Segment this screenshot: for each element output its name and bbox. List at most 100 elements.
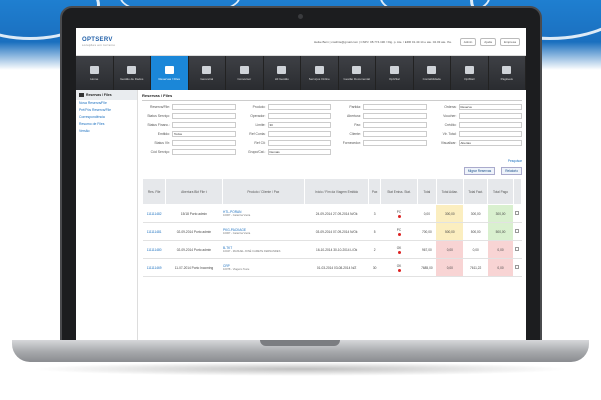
filter-input[interactable] bbox=[363, 131, 427, 137]
reservation-code[interactable]: 111111481 bbox=[142, 222, 166, 241]
table-row[interactable]: 111111469 11-07-2014 Porto Incoming CRP 100… bbox=[142, 258, 522, 277]
nav-item-8[interactable]: OptVital bbox=[376, 56, 414, 90]
filter-field: Crédito: bbox=[429, 122, 522, 128]
advance-value: 500,00 bbox=[436, 222, 464, 241]
nav-item-6[interactable]: Serviços Online bbox=[301, 56, 339, 90]
filter-input[interactable] bbox=[267, 140, 331, 146]
reservation-code[interactable]: 111111482 bbox=[142, 204, 166, 223]
sidebar-link-version[interactable]: Versão bbox=[76, 128, 137, 135]
nav-item-3[interactable]: Gerencial bbox=[189, 56, 226, 90]
filter-input[interactable] bbox=[267, 113, 331, 119]
filter-input[interactable] bbox=[363, 122, 427, 128]
row-checkbox[interactable] bbox=[515, 211, 520, 215]
sidebar-link-new[interactable]: Nova Reserva/File bbox=[76, 100, 137, 107]
trip-dates: 01-03-2014 03-08-2014 N/Z bbox=[304, 258, 369, 277]
status-cell: OK bbox=[380, 258, 418, 277]
client-name: 10067 - Catarina Vieira bbox=[223, 232, 251, 235]
table-row[interactable]: 111111482 15/18 Porto admin HTL-PORAN 10067… bbox=[142, 204, 522, 223]
filter-field: Ref Conta: bbox=[238, 131, 331, 137]
filter-input[interactable] bbox=[172, 104, 236, 110]
pax-count: 5 bbox=[368, 222, 381, 241]
search-button[interactable]: Pesquisar bbox=[508, 159, 522, 163]
filter-input[interactable] bbox=[172, 122, 236, 128]
filter-input[interactable] bbox=[458, 113, 522, 119]
filter-field: Abertura: bbox=[333, 113, 427, 119]
total-value: 7685,00 bbox=[417, 258, 437, 277]
product-cell[interactable]: CRP 10078 - Viagens Teste bbox=[222, 258, 305, 277]
sidebar-link-summary[interactable]: Resumo de Files bbox=[76, 121, 137, 128]
nav-item-11[interactable]: Pagáveis bbox=[489, 56, 526, 90]
nav-item-10[interactable]: OptMail bbox=[451, 56, 489, 90]
table-row[interactable]: 111111481 02-09-2014 Porto admin PKG-PACKA… bbox=[142, 222, 522, 241]
pay-icon bbox=[502, 65, 512, 74]
filter-field: Fornecedor: bbox=[333, 140, 427, 146]
nav-item-2[interactable]: Reservas / Files bbox=[151, 56, 189, 90]
app-screen: OPTSERV soluções em turismo Heike Bern | … bbox=[76, 28, 526, 342]
advance-value: 0,00 bbox=[436, 240, 464, 259]
paid-value: 500,00 bbox=[487, 222, 514, 241]
convert-icon bbox=[239, 65, 249, 74]
paid-value: 300,00 bbox=[487, 204, 514, 223]
filter-input[interactable] bbox=[363, 140, 427, 146]
help-button[interactable]: Ajuda bbox=[480, 37, 496, 46]
filter-field: Cód Serviço: bbox=[142, 149, 236, 155]
company-select[interactable]: Empresa bbox=[499, 37, 520, 46]
sidebar-title: Reservas / Files bbox=[76, 90, 137, 100]
reservation-code[interactable]: 111111469 bbox=[142, 258, 166, 277]
table-row[interactable]: 111111480 02-09-2014 Porto admin B-TKT 1004… bbox=[142, 240, 522, 259]
reservation-code[interactable]: 111111480 bbox=[142, 240, 166, 259]
filter-input[interactable]: Abertas bbox=[458, 140, 522, 146]
filter-input[interactable]: Demais bbox=[267, 149, 331, 155]
column-header: Res. File bbox=[141, 178, 167, 205]
nav-item-4[interactable]: Conversor bbox=[226, 56, 264, 90]
laptop-bezel: OPTSERV soluções em turismo Heike Bern | … bbox=[60, 6, 542, 343]
webcam-icon bbox=[298, 14, 303, 19]
invoiced-value: 300,00 bbox=[463, 204, 488, 223]
nav-item-7[interactable]: Gestão Documental bbox=[339, 56, 376, 90]
client-name: 10067 - Catarina Vieira bbox=[223, 214, 251, 217]
nav-item-label: Reservas / Files bbox=[158, 76, 180, 81]
filter-input[interactable] bbox=[172, 149, 236, 155]
filter-label: Status Serviço: bbox=[147, 114, 170, 118]
filter-label: Vlr. Total: bbox=[442, 132, 457, 136]
column-header: Total Fact. bbox=[462, 178, 489, 205]
report-button[interactable]: Relatorio bbox=[501, 167, 522, 175]
migrate-reservations-button[interactable]: Migrar Reservas bbox=[463, 167, 496, 175]
filter-input[interactable] bbox=[172, 113, 236, 119]
filter-input[interactable] bbox=[267, 131, 331, 137]
app-logo[interactable]: OPTSERV soluções em turismo bbox=[82, 37, 115, 47]
product-cell[interactable]: B-TKT 10047 - MANUEL JOSÉ CAMETE FERNANDE… bbox=[222, 240, 305, 259]
product-cell[interactable]: PKG-PACKAGE 10067 - Catarina Vieira bbox=[222, 222, 305, 241]
column-header: Início / Fim da Viagem Emitido bbox=[304, 178, 370, 205]
status-dot-icon bbox=[397, 232, 401, 236]
status-dot-icon bbox=[397, 214, 401, 218]
nav-item-5[interactable]: Hil Gestão bbox=[264, 56, 301, 90]
nav-item-1[interactable]: Gestão de Dados bbox=[114, 56, 151, 90]
filter-input[interactable] bbox=[363, 113, 427, 119]
admin-button[interactable]: Admin bbox=[459, 37, 477, 46]
nav-item-0[interactable]: Home bbox=[76, 56, 114, 90]
advance-value: 0,00 bbox=[436, 258, 464, 277]
filter-input[interactable]: 30 bbox=[267, 122, 331, 128]
nav-item-9[interactable]: Contabilidade bbox=[414, 56, 451, 90]
sidebar-link-correspondence[interactable]: Correspondência bbox=[76, 114, 137, 121]
filter-input[interactable] bbox=[458, 131, 522, 137]
laptop-shadow bbox=[30, 362, 571, 376]
row-checkbox[interactable] bbox=[515, 247, 520, 251]
product-cell[interactable]: HTL-PORAN 10067 - Catarina Vieira bbox=[222, 204, 305, 223]
main-nav: Home Gestão de Dados Reservas / Files Geren… bbox=[76, 56, 526, 90]
status-cell: PC bbox=[380, 204, 418, 223]
filter-input[interactable] bbox=[363, 104, 427, 110]
filter-input[interactable] bbox=[458, 122, 522, 128]
cloud-icon bbox=[314, 65, 324, 74]
total-value: 0,00 bbox=[417, 204, 437, 223]
sidebar-link-prepos[interactable]: Pré/Pós Reserva/File bbox=[76, 107, 137, 114]
row-checkbox[interactable] bbox=[515, 229, 520, 233]
row-checkbox[interactable] bbox=[515, 265, 520, 269]
filter-input[interactable]: Todos bbox=[172, 131, 236, 137]
filter-label: Reserva/File: bbox=[150, 105, 170, 109]
filter-input[interactable] bbox=[267, 104, 331, 110]
database-icon bbox=[127, 65, 137, 74]
filter-input[interactable]: Reserva bbox=[458, 104, 522, 110]
filter-input[interactable] bbox=[172, 140, 236, 146]
